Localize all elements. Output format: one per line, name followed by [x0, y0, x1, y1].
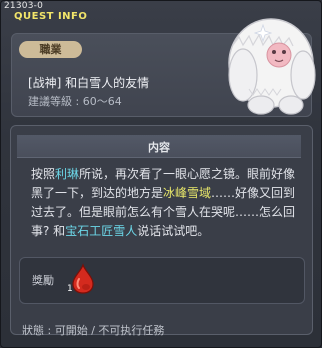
- reward-box: [19, 257, 305, 304]
- description-text: 按照: [31, 167, 56, 181]
- npc-name-lilin: 利琳: [55, 167, 80, 181]
- reward-quantity: 1: [67, 284, 73, 294]
- quest-description: 按照利琳所说，再次看了一眼心愿之镜。眼前好像黑了一下，到达的地方是冰峰雪域……好…: [31, 165, 303, 241]
- window-title: QUEST INFO: [14, 11, 88, 22]
- red-potion-icon[interactable]: [69, 263, 97, 295]
- white-yeti-icon: [228, 18, 316, 115]
- content-header-bar: 内容: [17, 135, 301, 158]
- quest-title: [战神] 和白雪人的友情: [28, 76, 150, 90]
- place-name: 冰峰雪域: [163, 186, 212, 200]
- job-badge: 職業: [19, 41, 82, 58]
- reward-label: 獎勵: [32, 274, 54, 287]
- quest-id: 21303-0: [4, 1, 44, 11]
- npc-name-jewel-yeti: 宝石工匠雪人: [65, 224, 138, 238]
- quest-info-window: 21303-0 QUEST INFO 職業 [战神] 和白雪人的友情 建議等級 …: [0, 0, 322, 348]
- quest-status: 狀態 : 可開始 / 不可执行任務: [22, 324, 165, 337]
- description-text: 说话试试吧。: [137, 224, 210, 238]
- required-level: 建議等級 : 60～64: [28, 95, 122, 108]
- content-header-label: 内容: [148, 141, 170, 154]
